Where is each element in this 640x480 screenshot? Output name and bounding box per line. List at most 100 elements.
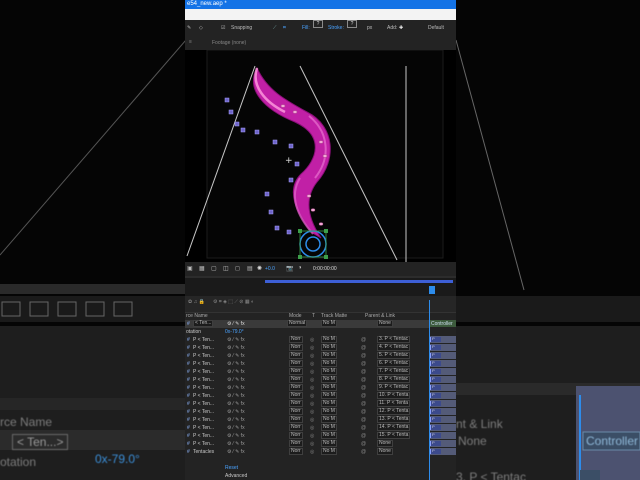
column-layer-name[interactable]: rce Name [186,313,208,319]
layer-switch-icons[interactable]: ⚙ ⁄ ✎ fx [227,376,245,384]
channel-icon[interactable]: ◫ [223,265,229,272]
pick-whip-icon[interactable]: @ [361,384,366,392]
layer-switch-icons[interactable]: ⚙ ⁄ ✎ fx [227,336,245,344]
layer-name[interactable]: Tentacles [193,448,214,456]
layer-track-bar[interactable]: P [429,416,456,423]
layer-name[interactable]: P < Ten... [193,440,214,448]
layer-row[interactable]: # P < Ten... ⚙ ⁄ ✎ fx Norr ◎ No M @5. P < Tent… [185,352,429,360]
layer-mode[interactable]: Norr [289,440,303,447]
region-icon[interactable]: ▣ [187,265,193,272]
layer-track-matte[interactable]: No M [321,448,337,455]
layer-row[interactable]: # P < Ten... ⚙ ⁄ ✎ fx Norr ◎ No M @9. P < Tent… [185,384,429,392]
layer-track-matte[interactable]: No M [321,416,337,423]
layer-row[interactable]: # Tentacles ⚙ ⁄ ✎ fx Norr ◎ No M @ None [185,448,429,456]
layer-name[interactable]: P < Ten... [193,424,214,432]
layer-parent[interactable]: 12. P < Tenta [377,408,411,415]
layer-track-bar[interactable]: P [429,400,456,407]
preserve-transparency-icon[interactable]: ◎ [310,392,314,400]
layer-switch-icons[interactable]: ⚙ ⁄ ✎ fx [227,440,245,448]
layer-parent[interactable]: 6. P < Tentac [377,360,411,367]
layer-track-bar[interactable]: P [429,376,456,383]
current-time-indicator[interactable] [429,286,435,294]
hand-tool-icon[interactable]: ◇ [199,20,203,36]
layer-name[interactable]: P < Ten... [193,416,214,424]
preserve-transparency-icon[interactable]: ◎ [310,448,314,456]
preserve-transparency-icon[interactable]: ◎ [310,360,314,368]
layer-switch-icons[interactable]: ⚙ ⁄ ✎ fx [227,424,245,432]
layer-row[interactable]: # P < Ten... ⚙ ⁄ ✎ fx Norr ◎ No M @11. P < Ten… [185,400,429,408]
layer-switch-icons[interactable]: ⚙ ⁄ ✎ fx [227,344,245,352]
pick-whip-icon[interactable]: @ [361,352,366,360]
column-mode[interactable]: Mode [289,313,302,319]
snap-grid-icon[interactable]: ⌗ [283,20,286,36]
layer-switch-icons[interactable]: ⚙ ⁄ ✎ fx [227,360,245,368]
layer-mode[interactable]: Norr [289,376,303,383]
layer-mode[interactable]: Norr [289,344,303,351]
tab-footage[interactable]: Footage (none) [212,40,246,46]
layer-mode[interactable]: Norr [289,336,303,343]
layer-row[interactable]: # P < Ten... ⚙ ⁄ ✎ fx Norr ◎ No M @10. P < Ten… [185,392,429,400]
layer-track-bar[interactable]: P [429,408,456,415]
layer-parent[interactable]: 5. P < Tentac [377,352,411,359]
fit-icon[interactable]: ◻ [235,265,240,272]
layer-switch-icons[interactable]: ⚙ ⁄ ✎ fx [227,352,245,360]
layer-track-matte[interactable]: No M [321,408,337,415]
layer-name[interactable]: P < Ten... [193,336,214,344]
layer-parent[interactable]: 9. P < Tentac [377,384,411,391]
layer-track-matte[interactable]: No M [321,376,337,383]
layer-parent[interactable]: 13. P < Tenta [377,416,411,423]
exposure-value[interactable]: +0.0 [265,266,275,272]
work-area-bar[interactable] [265,280,453,283]
layer-row[interactable]: # P < Ten... ⚙ ⁄ ✎ fx Norr ◎ No M @3. P < Tent… [185,336,429,344]
column-t[interactable]: T [312,313,315,319]
layer-name[interactable]: P < Ten... [193,400,214,408]
layer-row[interactable]: # P < Ten... ⚙ ⁄ ✎ fx Norr ◎ No M @7. P < Tent… [185,368,429,376]
controller-track-bar[interactable]: Controller [429,320,456,327]
layer-name[interactable]: P < Ten... [193,392,214,400]
preserve-transparency-icon[interactable]: ◎ [310,384,314,392]
layer-track-bar[interactable]: P [429,384,456,391]
preserve-transparency-icon[interactable]: ◎ [310,376,314,384]
layer-mode[interactable]: Norr [289,416,303,423]
snap-edge-icon[interactable]: ⟋ [273,20,277,36]
timecode[interactable]: 0:00:00:00 [313,266,337,272]
advanced-dropdown[interactable]: Advanced [225,472,247,480]
switch-icons[interactable]: ⚙ ⁄ ✎ fx [227,320,245,328]
layer-parent[interactable]: None [377,440,393,447]
layer-switch-icons[interactable]: ⚙ ⁄ ✎ fx [227,408,245,416]
layer-switch-icons[interactable]: ⚙ ⁄ ✎ fx [227,384,245,392]
layer-track-matte[interactable]: No M [321,352,337,359]
show-snapshot-icon[interactable]: ◑ [298,265,302,271]
pick-whip-icon[interactable]: @ [361,360,366,368]
layer-track-matte[interactable]: No M [321,400,337,407]
layer-parent[interactable]: 15. P < Tenta [377,432,411,439]
pick-whip-icon[interactable]: @ [361,424,366,432]
layer-track-matte[interactable]: No M [321,392,337,399]
layer-row-selected[interactable]: # < Ten... ⚙ ⁄ ✎ fx Normal No M None [185,320,429,328]
layer-track-bar[interactable]: P [429,352,456,359]
layer-switch-icons[interactable]: ⚙ ⁄ ✎ fx [227,368,245,376]
layer-track-bar[interactable]: P [429,368,456,375]
layer-mode[interactable]: Norr [289,392,303,399]
layer-name[interactable]: P < Ten... [193,376,214,384]
selected-layer-name[interactable]: < Ten... [193,320,214,327]
pick-whip-icon[interactable]: @ [361,336,366,344]
layer-name[interactable]: P < Ten... [193,432,214,440]
pick-whip-icon[interactable]: @ [361,344,366,352]
layer-name[interactable]: P < Ten... [193,344,214,352]
preserve-transparency-icon[interactable]: ◎ [310,352,314,360]
layer-track-matte[interactable]: No M [321,424,337,431]
layer-track-matte[interactable]: No M [321,440,337,447]
panel-menu-icon[interactable]: ≡ [189,39,192,45]
layer-parent[interactable]: 10. P < Tenta [377,392,411,399]
rotation-value[interactable]: 0x-79.0° [225,328,244,336]
layer-mode[interactable]: Norr [289,384,303,391]
layer-track-matte[interactable]: No M [321,368,337,375]
composition-viewer[interactable]: + [185,49,456,262]
layer-row[interactable]: # P < Ten... ⚙ ⁄ ✎ fx Norr ◎ No M @13. P < Ten… [185,416,429,424]
playhead-line[interactable] [429,300,430,480]
layer-switch-icons[interactable]: ⚙ ⁄ ✎ fx [227,400,245,408]
snapping-checkbox[interactable]: ☑ [221,20,225,36]
layer-parent[interactable]: 7. P < Tentac [377,368,411,375]
layer-mode[interactable]: Norr [289,400,303,407]
